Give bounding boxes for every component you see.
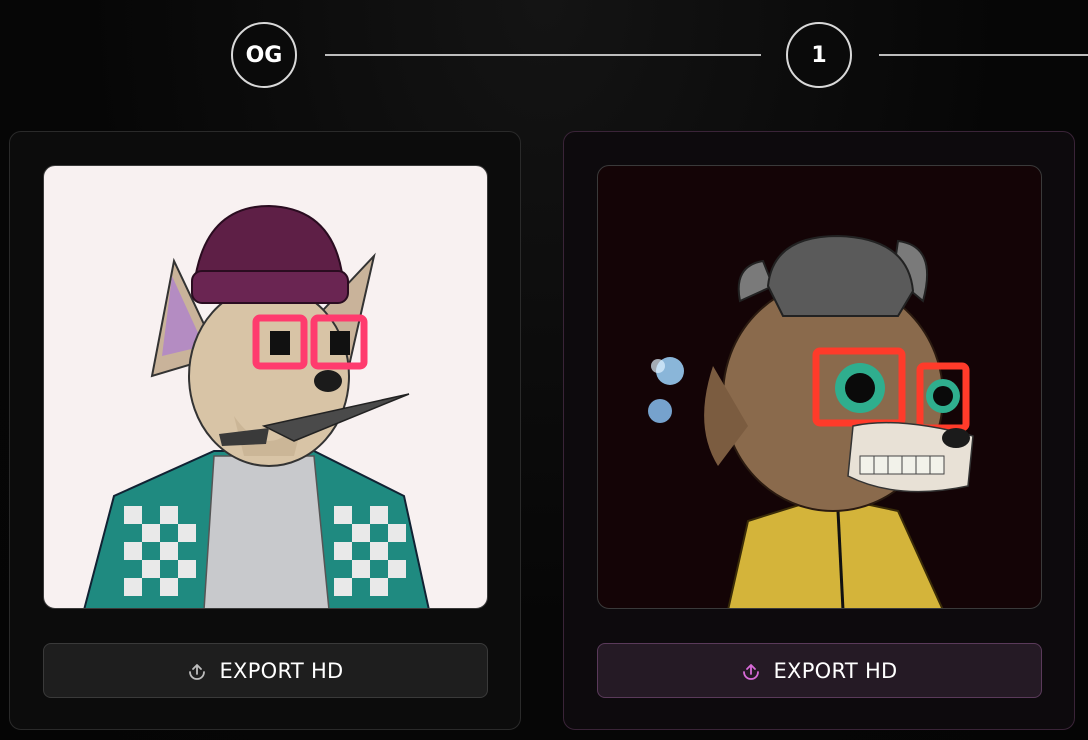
step-og-label: OG: [245, 42, 283, 68]
export-hd-button[interactable]: EXPORT HD: [597, 643, 1042, 698]
step-1-label: 1: [811, 42, 827, 68]
export-hd-label: EXPORT HD: [773, 658, 898, 683]
avatar-image-1: [597, 165, 1042, 609]
step-connector: [325, 54, 761, 56]
avatar-card-og: EXPORT HD: [9, 131, 521, 730]
avatar-image-og: [43, 165, 488, 609]
upload-icon: [187, 661, 207, 681]
step-connector: [879, 54, 1088, 56]
avatar-card-1: EXPORT HD: [563, 131, 1075, 730]
export-hd-button[interactable]: EXPORT HD: [43, 643, 488, 698]
step-1[interactable]: 1: [786, 22, 852, 88]
upload-icon: [741, 661, 761, 681]
version-stepper: OG 1: [0, 0, 1088, 110]
export-hd-label: EXPORT HD: [219, 658, 344, 683]
step-og[interactable]: OG: [231, 22, 297, 88]
